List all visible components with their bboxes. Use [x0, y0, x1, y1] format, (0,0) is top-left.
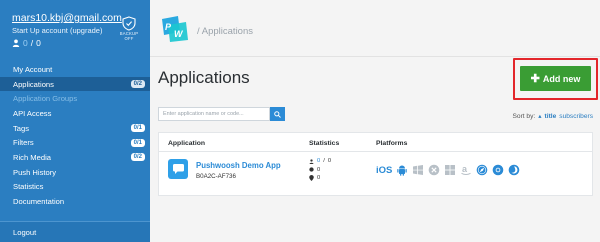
account-email-link[interactable]: mars10.kbj@gmail.com [12, 12, 122, 24]
chrome-icon[interactable] [492, 164, 504, 176]
sidebar-item-statistics[interactable]: Statistics [0, 180, 150, 195]
backup-toggle[interactable]: BACKUP OFF [118, 16, 140, 41]
windows-icon[interactable] [444, 164, 456, 176]
count-badge: 0/2 [130, 80, 145, 89]
page-title: Applications [158, 68, 250, 87]
sidebar-item-label: Tags [13, 123, 30, 133]
sidebar-item-application-groups[interactable]: Application Groups [0, 91, 150, 106]
sidebar-item-push-history[interactable]: Push History [0, 165, 150, 180]
applications-table: Application Statistics Platforms Pushwoo… [158, 132, 593, 196]
main-content: P W / Applications Applications ✚ Add ne… [150, 0, 600, 242]
sidebar-item-label: Application Groups [13, 94, 78, 104]
add-new-label: Add new [542, 73, 581, 84]
sidebar-item-label: My Account [13, 64, 53, 74]
user-icon [12, 39, 20, 47]
column-header-platforms: Platforms [376, 140, 408, 147]
add-new-button[interactable]: ✚ Add new [520, 66, 591, 91]
platform-ios[interactable]: iOS [376, 165, 392, 176]
sidebar-item-label: Applications [13, 79, 54, 89]
globe-icon [309, 167, 314, 172]
sidebar-item-rich-media[interactable]: Rich Media 0/2 [0, 150, 150, 165]
sidebar-item-label: Documentation [13, 197, 65, 207]
account-plan[interactable]: Start Up account (upgrade) [12, 26, 102, 35]
sidebar-item-filters[interactable]: Filters 0/1 [0, 135, 150, 150]
top-bar: P W / Applications [150, 0, 600, 57]
column-header-statistics: Statistics [309, 140, 340, 147]
stat-subscribers-a: 0 [317, 158, 321, 164]
sidebar-item-label: Statistics [13, 182, 44, 192]
sort-control: Sort by: ▴ title subscribers [512, 112, 594, 121]
breadcrumb-current: Applications [201, 26, 253, 37]
counter-separator: / [30, 38, 34, 48]
sidebar-item-label: Filters [13, 138, 34, 148]
stat-opened-value: 0 [317, 175, 321, 181]
sidebar-item-documentation[interactable]: Documentation [0, 194, 150, 209]
search-bar [158, 107, 285, 121]
count-badge: 0/1 [130, 138, 145, 147]
sort-label: Sort by: [512, 112, 536, 120]
map-pin-icon [309, 175, 314, 182]
user-icon [309, 159, 314, 164]
count-badge: 0/2 [130, 153, 145, 162]
amazon-icon[interactable]: a [460, 164, 472, 176]
sort-arrow-icon: ▴ [538, 113, 542, 120]
platform-icons: iOS a [376, 164, 520, 176]
sort-option-subscribers[interactable]: subscribers [559, 113, 593, 120]
android-icon[interactable] [396, 164, 408, 176]
plus-icon: ✚ [530, 73, 540, 85]
stat-opened: 0 [309, 174, 331, 183]
shield-icon [122, 16, 136, 31]
stat-sent-value: 0 [317, 166, 321, 173]
chat-bubble-icon [172, 164, 184, 174]
safari-icon[interactable] [476, 164, 488, 176]
app-statistics: 0 / 0 0 0 [309, 157, 331, 183]
search-button[interactable] [270, 107, 285, 121]
logout-link[interactable]: Logout [0, 221, 150, 242]
stat-sent: 0 [309, 166, 331, 175]
sidebar-item-my-account[interactable]: My Account [0, 62, 150, 77]
sidebar-item-api-access[interactable]: API Access [0, 106, 150, 121]
sidebar-item-tags[interactable]: Tags 0/1 [0, 121, 150, 136]
sidebar-item-label: Rich Media [13, 152, 51, 162]
counter-total: 0 [36, 38, 41, 48]
breadcrumb-separator: / [197, 26, 200, 37]
counter-current: 0 [23, 38, 28, 48]
app-icon[interactable] [168, 159, 188, 179]
sidebar-item-applications[interactable]: Applications 0/2 [0, 76, 150, 92]
pushwoosh-logo-icon: P W [162, 16, 188, 42]
sidebar-item-label: Push History [13, 167, 57, 177]
sidebar-nav: My Account Applications 0/2 Application … [0, 62, 150, 209]
count-badge: 0/1 [130, 124, 145, 133]
column-header-application: Application [168, 140, 206, 147]
pushwoosh-logo[interactable]: P W [158, 15, 190, 48]
sidebar-item-label: API Access [13, 108, 52, 118]
table-divider [159, 151, 592, 152]
backup-state: OFF [124, 36, 134, 41]
blackberry-icon[interactable] [428, 164, 440, 176]
breadcrumb: / Applications [197, 26, 253, 37]
app-code: B0A2C-AF736 [196, 173, 236, 180]
stat-subscribers: 0 / 0 [309, 157, 331, 166]
svg-text:a: a [462, 164, 468, 174]
search-icon [274, 110, 281, 118]
stat-subscribers-sep: / [323, 158, 325, 164]
svg-text:P: P [165, 22, 172, 32]
windows-phone-icon[interactable] [412, 164, 424, 176]
stat-subscribers-b: 0 [327, 158, 332, 164]
search-input[interactable] [158, 107, 270, 121]
app-name-link[interactable]: Pushwoosh Demo App [196, 161, 281, 170]
sidebar: mars10.kbj@gmail.com Start Up account (u… [0, 0, 150, 242]
firefox-icon[interactable] [508, 164, 520, 176]
device-counter: 0 / 0 [12, 38, 41, 48]
sort-option-title[interactable]: title [545, 113, 557, 120]
